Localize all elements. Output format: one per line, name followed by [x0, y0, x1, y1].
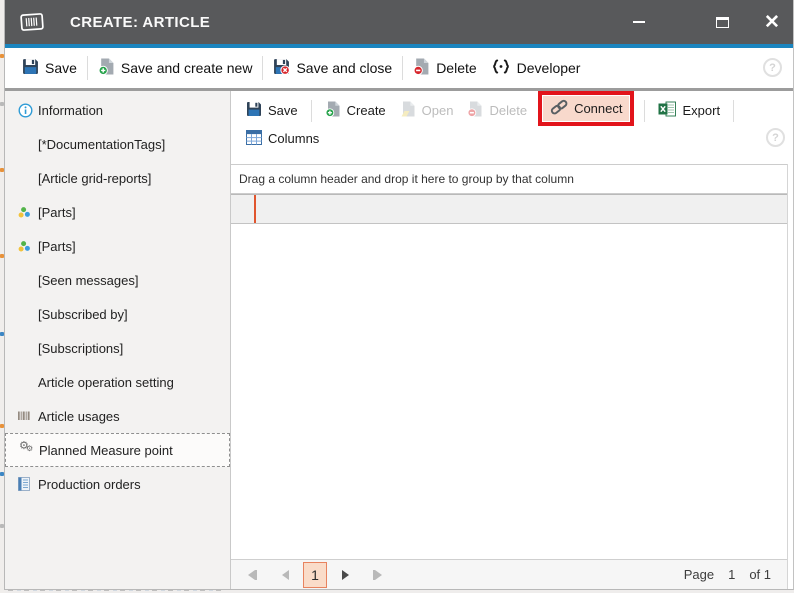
sidebar-item-production-orders[interactable]: Production orders: [5, 467, 230, 501]
grid-toolbar-row-2: Columns: [239, 126, 785, 151]
document-open-icon: [400, 101, 416, 120]
sidebar-item-information[interactable]: Information: [5, 93, 230, 127]
document-lines-icon: [18, 476, 35, 492]
sidebar-item-documentationtags[interactable]: [*DocumentationTags]: [5, 127, 230, 161]
sidebar-item-subscribed-by[interactable]: [Subscribed by]: [5, 297, 230, 331]
info-icon: [18, 102, 35, 118]
grid-toolbar-row-1: Save Create Open: [239, 95, 785, 126]
toolbar-separator: [733, 100, 734, 122]
sidebar-item-parts-2[interactable]: [Parts]: [5, 229, 230, 263]
previous-page-button[interactable]: [273, 563, 297, 587]
save-close-floppy-icon: [273, 58, 290, 78]
page-title: CREATE: ARTICLE: [70, 14, 210, 31]
document-plus-icon: [325, 101, 341, 120]
save-and-close-button[interactable]: Save and close: [266, 53, 399, 83]
annotation-highlight-box: Connect: [538, 91, 634, 126]
row-selector-column: [231, 195, 256, 223]
help-icon[interactable]: ?: [766, 128, 785, 147]
grid-columns-button[interactable]: Columns: [239, 127, 326, 151]
gears-icon: ⚙⚙: [19, 442, 36, 458]
toolbar-separator: [644, 100, 645, 122]
main-toolbar: Save Save and create new Save and close …: [5, 48, 793, 88]
document-minus-icon: [467, 101, 483, 120]
next-page-button[interactable]: [333, 563, 357, 587]
sidebar-item-subscriptions[interactable]: [Subscriptions]: [5, 331, 230, 365]
sidebar-item-seen-messages[interactable]: [Seen messages]: [5, 263, 230, 297]
save-floppy-icon: [22, 58, 39, 78]
barcode-icon: [18, 408, 35, 424]
code-braces-icon: [491, 58, 511, 78]
pagination-bar: 1 Page 1 of 1: [231, 559, 787, 589]
save-button[interactable]: Save: [15, 53, 84, 83]
sidebar: Information [*DocumentationTags] [Articl…: [5, 91, 231, 589]
parts-icon: [18, 204, 35, 220]
group-by-hint: Drag a column header and drop it here to…: [239, 172, 574, 186]
toolbar-separator: [262, 56, 263, 80]
connect-button[interactable]: Connect: [543, 96, 629, 121]
sidebar-item-article-operation-setting[interactable]: Article operation setting: [5, 365, 230, 399]
sidebar-item-article-usages[interactable]: Article usages: [5, 399, 230, 433]
link-chain-icon: [550, 99, 568, 118]
page-number: 1: [728, 567, 735, 582]
grid-save-button[interactable]: Save: [239, 98, 305, 123]
maximize-button[interactable]: [705, 0, 739, 44]
parts-icon: [18, 238, 35, 254]
columns-grid-icon: [246, 130, 262, 148]
grid: Drag a column header and drop it here to…: [231, 164, 788, 589]
document-minus-icon: [413, 58, 430, 78]
page-indicator: Page 1 of 1: [684, 567, 777, 582]
main-panel: Save Create Open: [231, 91, 793, 589]
excel-export-icon: [658, 101, 676, 120]
titlebar: CREATE: ARTICLE ✕: [5, 0, 793, 44]
page-of-label: of 1: [749, 567, 771, 582]
sidebar-item-article-grid-reports[interactable]: [Article grid-reports]: [5, 161, 230, 195]
save-floppy-icon: [246, 101, 262, 120]
delete-button[interactable]: Delete: [406, 53, 483, 83]
grid-column-header-row[interactable]: [231, 194, 787, 224]
grid-delete-button[interactable]: Delete: [460, 98, 534, 123]
current-page-button[interactable]: 1: [303, 562, 327, 588]
create-article-dialog: CREATE: ARTICLE ✕ Save Save and create n…: [4, 0, 794, 590]
document-plus-icon: [98, 58, 115, 78]
grid-body-empty[interactable]: [231, 224, 787, 559]
sidebar-item-planned-measure-point[interactable]: ⚙⚙ Planned Measure point: [5, 433, 230, 467]
grid-open-button[interactable]: Open: [393, 98, 461, 123]
save-and-create-new-button[interactable]: Save and create new: [91, 53, 260, 83]
minimize-button[interactable]: [622, 0, 656, 44]
developer-button[interactable]: Developer: [484, 53, 588, 83]
grid-create-button[interactable]: Create: [318, 98, 393, 123]
close-button[interactable]: ✕: [755, 0, 789, 44]
toolbar-separator: [311, 100, 312, 122]
grid-toolbar: Save Create Open: [231, 91, 793, 151]
grid-export-button[interactable]: Export: [651, 98, 727, 123]
content-area: Information [*DocumentationTags] [Articl…: [5, 91, 793, 589]
sidebar-item-parts-1[interactable]: [Parts]: [5, 195, 230, 229]
toolbar-separator: [87, 56, 88, 80]
article-barcode-icon: [19, 11, 46, 34]
help-icon[interactable]: ?: [763, 58, 782, 77]
group-by-drop-zone[interactable]: Drag a column header and drop it here to…: [231, 164, 787, 194]
toolbar-separator: [402, 56, 403, 80]
first-page-button[interactable]: [241, 563, 265, 587]
page-label: Page: [684, 567, 714, 582]
last-page-button[interactable]: [365, 563, 389, 587]
